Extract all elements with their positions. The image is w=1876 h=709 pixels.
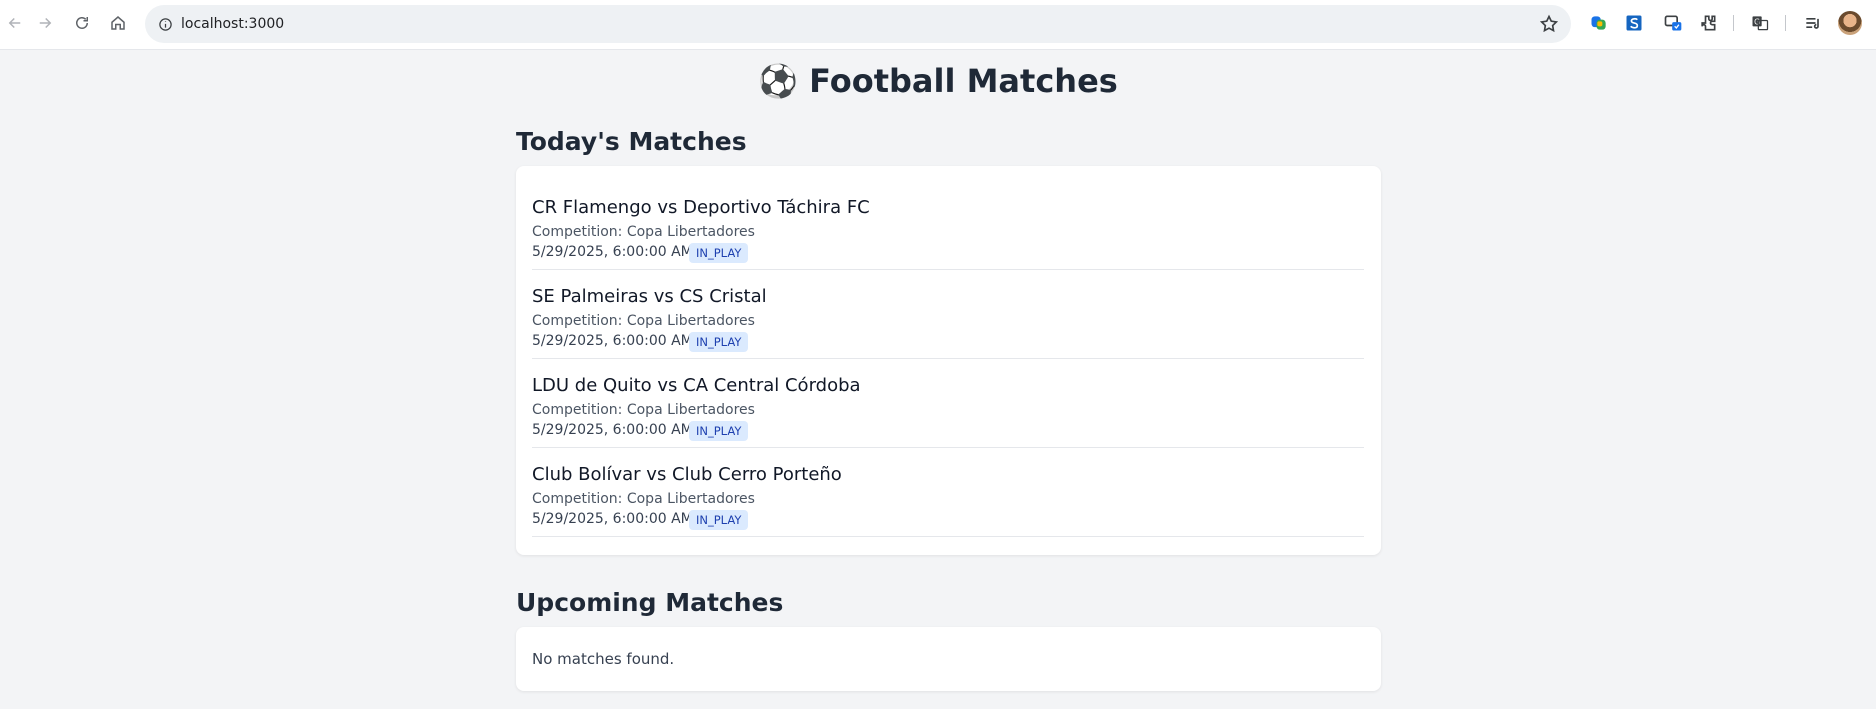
match-competition: Competition: Copa Libertadores <box>532 313 755 329</box>
match-competition: Competition: Copa Libertadores <box>532 224 755 240</box>
page-title: ⚽ Football Matches <box>758 62 1118 100</box>
match-item: Club Bolívar vs Club Cerro Porteño Compe… <box>532 448 1364 537</box>
translate-icon[interactable]: G <box>1748 11 1772 35</box>
toolbar-divider <box>1785 15 1786 31</box>
match-datetime: 5/29/2025, 6:00:00 AM <box>532 422 693 438</box>
status-badge: IN_PLAY <box>689 243 749 263</box>
extension-copilot-icon[interactable] <box>1587 11 1611 35</box>
site-info-icon[interactable] <box>153 12 177 36</box>
match-title: SE Palmeiras vs CS Cristal <box>532 286 767 307</box>
media-queue-icon[interactable] <box>1801 11 1825 35</box>
extension-s-icon[interactable] <box>1622 11 1646 35</box>
profile-avatar[interactable] <box>1838 11 1862 35</box>
match-title: LDU de Quito vs CA Central Córdoba <box>532 375 861 396</box>
match-item: SE Palmeiras vs CS Cristal Competition: … <box>532 270 1364 359</box>
status-badge: IN_PLAY <box>689 332 749 352</box>
home-icon[interactable] <box>103 8 133 38</box>
match-datetime: 5/29/2025, 6:00:00 AM <box>532 244 693 260</box>
address-bar[interactable]: localhost:3000 <box>145 5 1571 43</box>
match-datetime: 5/29/2025, 6:00:00 AM <box>532 333 693 349</box>
extension-screen-icon[interactable] <box>1661 11 1685 35</box>
match-datetime: 5/29/2025, 6:00:00 AM <box>532 511 693 527</box>
url-text[interactable]: localhost:3000 <box>181 5 284 43</box>
upcoming-matches-card: No matches found. <box>516 627 1381 691</box>
status-badge: IN_PLAY <box>689 421 749 441</box>
back-arrow-icon[interactable] <box>0 8 30 38</box>
svg-text:G: G <box>1754 18 1760 27</box>
reload-icon[interactable] <box>67 8 97 38</box>
match-competition: Competition: Copa Libertadores <box>532 402 755 418</box>
todays-matches-heading: Today's Matches <box>516 127 747 156</box>
match-item: LDU de Quito vs CA Central Córdoba Compe… <box>532 359 1364 448</box>
browser-toolbar: localhost:3000 G <box>0 0 1876 50</box>
bookmark-star-icon[interactable] <box>1539 14 1559 34</box>
empty-state-text: No matches found. <box>532 650 675 668</box>
extensions-puzzle-icon[interactable] <box>1696 11 1720 35</box>
match-title: Club Bolívar vs Club Cerro Porteño <box>532 464 842 485</box>
match-item: CR Flamengo vs Deportivo Táchira FC Comp… <box>532 181 1364 270</box>
upcoming-matches-heading: Upcoming Matches <box>516 588 784 617</box>
todays-matches-card: CR Flamengo vs Deportivo Táchira FC Comp… <box>516 166 1381 555</box>
status-badge: IN_PLAY <box>689 510 749 530</box>
toolbar-divider <box>1733 15 1734 31</box>
forward-arrow-icon[interactable] <box>30 8 60 38</box>
match-competition: Competition: Copa Libertadores <box>532 491 755 507</box>
match-title: CR Flamengo vs Deportivo Táchira FC <box>532 197 870 218</box>
